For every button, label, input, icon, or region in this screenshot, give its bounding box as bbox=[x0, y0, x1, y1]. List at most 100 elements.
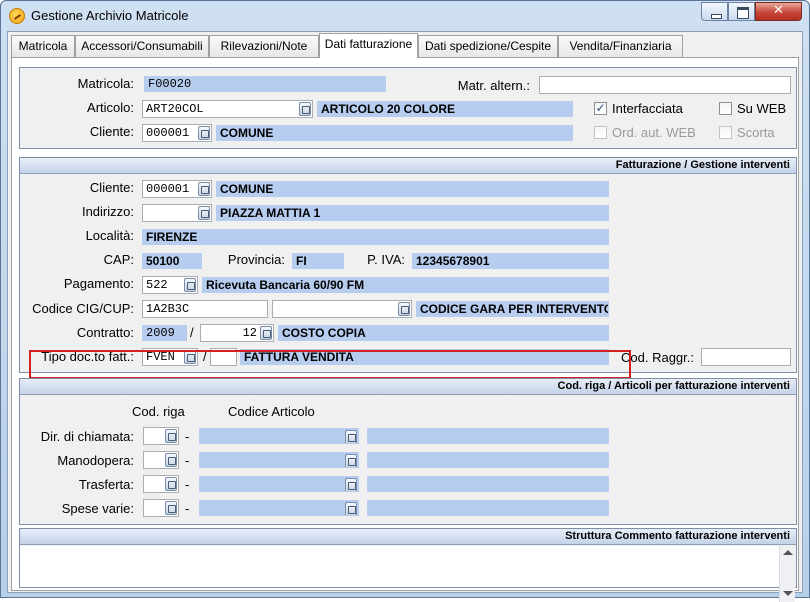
cig-description: CODICE GARA PER INTERVENTO bbox=[416, 301, 609, 317]
commento-group: Struttura Commento fatturazione interven… bbox=[19, 528, 797, 602]
codriga-row-label: Trasferta: bbox=[78, 477, 134, 492]
provincia-label: Provincia: bbox=[227, 252, 285, 267]
interfacciata-checkbox[interactable]: ✓ bbox=[594, 102, 607, 115]
codarticolo-row-lookup-icon[interactable] bbox=[345, 430, 357, 443]
contratto-separator: / bbox=[190, 325, 194, 340]
codarticolo-row-field bbox=[199, 500, 359, 516]
codraggr-input[interactable] bbox=[701, 348, 791, 366]
su-web-checkbox[interactable] bbox=[719, 102, 732, 115]
commento-textarea[interactable] bbox=[20, 546, 779, 587]
articolo-code: ART20COL bbox=[146, 102, 204, 116]
contratto-lookup-icon[interactable] bbox=[260, 326, 272, 340]
matricola-value: F00020 bbox=[144, 76, 386, 92]
cup-input[interactable] bbox=[272, 300, 412, 318]
piva-value: 12345678901 bbox=[412, 253, 609, 269]
scroll-up-icon[interactable] bbox=[783, 550, 793, 555]
indirizzo-label: Indirizzo: bbox=[81, 204, 134, 219]
codriga-row-input[interactable] bbox=[143, 427, 179, 445]
contratto-num-input[interactable]: 12 bbox=[200, 324, 274, 342]
pagamento-code-input[interactable]: 522 bbox=[142, 276, 198, 294]
tab-dati-fatturazione[interactable]: Dati fatturazione bbox=[319, 33, 418, 58]
provincia-value: FI bbox=[292, 253, 344, 269]
close-button[interactable] bbox=[755, 2, 802, 21]
tab-panel-dati-fatturazione: Matricola: F00020 Matr. altern.: Articol… bbox=[11, 57, 799, 602]
tab-rilevazioni-note[interactable]: Rilevazioni/Note bbox=[209, 35, 319, 58]
codarticolo-row-description bbox=[367, 500, 609, 516]
cliente-code: 000001 bbox=[146, 126, 190, 140]
indirizzo-description: PIAZZA MATTIA 1 bbox=[216, 205, 609, 221]
codarticolo-row-field bbox=[199, 476, 359, 492]
codriga-row-dash: - bbox=[185, 429, 190, 444]
pagamento-lookup-icon[interactable] bbox=[184, 278, 196, 292]
codriga-row-input[interactable] bbox=[143, 451, 179, 469]
codarticolo-row-lookup-icon[interactable] bbox=[345, 478, 357, 491]
codarticolo-row-field bbox=[199, 428, 359, 444]
codarticolo-column-header: Codice Articolo bbox=[228, 404, 315, 419]
su-web-label: Su WEB bbox=[737, 101, 787, 116]
minimize-button[interactable] bbox=[701, 2, 728, 21]
articolo-description: ARTICOLO 20 COLORE bbox=[317, 101, 573, 117]
cliente-code-input[interactable]: 000001 bbox=[142, 124, 212, 142]
articolo-code-input[interactable]: ART20COL bbox=[142, 100, 313, 118]
articolo-lookup-icon[interactable] bbox=[299, 102, 311, 116]
fatt-cliente-code-input[interactable]: 000001 bbox=[142, 180, 212, 198]
codarticolo-row-lookup-icon[interactable] bbox=[345, 502, 357, 515]
app-window: Gestione Archivio Matricole Matricola Ac… bbox=[0, 0, 810, 602]
title-bar[interactable]: Gestione Archivio Matricole bbox=[1, 1, 809, 31]
fatturazione-group: Fatturazione / Gestione interventi Clien… bbox=[19, 157, 797, 373]
matr-altern-input[interactable] bbox=[539, 76, 791, 94]
ord-aut-web-checkbox[interactable] bbox=[594, 126, 607, 139]
scorta-label: Scorta bbox=[737, 125, 775, 140]
cig-label: Codice CIG/CUP: bbox=[32, 301, 134, 316]
piva-label: P. IVA: bbox=[367, 252, 405, 267]
codriga-row-input[interactable] bbox=[143, 475, 179, 493]
codriga-row-lookup-icon[interactable] bbox=[165, 477, 177, 491]
ord-aut-web-label: Ord. aut. WEB bbox=[612, 125, 696, 140]
cap-label: CAP: bbox=[103, 252, 134, 267]
localita-value: FIRENZE bbox=[142, 229, 609, 245]
indirizzo-lookup-icon[interactable] bbox=[198, 206, 210, 220]
pagamento-description: Ricevuta Bancaria 60/90 FM bbox=[202, 277, 609, 293]
fatt-cliente-code: 000001 bbox=[146, 182, 190, 196]
codriga-row-lookup-icon[interactable] bbox=[165, 453, 177, 467]
commento-header: Struttura Commento fatturazione interven… bbox=[20, 529, 796, 545]
contratto-description: COSTO COPIA bbox=[278, 325, 609, 341]
cliente-description: COMUNE bbox=[216, 125, 573, 141]
commento-scrollbar[interactable] bbox=[779, 546, 795, 602]
pagamento-code: 522 bbox=[146, 278, 168, 292]
contratto-anno: 2009 bbox=[142, 325, 187, 341]
scroll-down-icon[interactable] bbox=[783, 591, 793, 596]
codarticolo-row-field bbox=[199, 452, 359, 468]
fatt-cliente-label: Cliente: bbox=[89, 180, 134, 195]
codriga-row-label: Dir. di chiamata: bbox=[40, 429, 134, 444]
cig-input[interactable]: 1A2B3C bbox=[142, 300, 268, 318]
tab-matricola[interactable]: Matricola bbox=[11, 35, 75, 58]
window-title: Gestione Archivio Matricole bbox=[31, 8, 189, 23]
codriga-row-label: Spese varie: bbox=[61, 501, 134, 516]
cig-highlight-box bbox=[29, 350, 631, 379]
fatt-cliente-lookup-icon[interactable] bbox=[198, 182, 210, 196]
matr-altern-label: Matr. altern.: bbox=[457, 78, 530, 93]
codriga-group: Cod. riga / Articoli per fatturazione in… bbox=[19, 378, 797, 525]
matricola-label: Matricola: bbox=[77, 76, 134, 91]
codriga-row-dash: - bbox=[185, 501, 190, 516]
cap-value: 50100 bbox=[142, 253, 202, 269]
scorta-checkbox[interactable] bbox=[719, 126, 732, 139]
cup-lookup-icon[interactable] bbox=[398, 302, 410, 316]
interfacciata-label: Interfacciata bbox=[612, 101, 683, 116]
fatt-cliente-description: COMUNE bbox=[216, 181, 609, 197]
indirizzo-code-input[interactable] bbox=[142, 204, 212, 222]
tab-accessori-consumabili[interactable]: Accessori/Consumabili bbox=[75, 35, 209, 58]
codriga-row-lookup-icon[interactable] bbox=[165, 501, 177, 515]
codarticolo-row-lookup-icon[interactable] bbox=[345, 454, 357, 467]
codarticolo-row-description bbox=[367, 452, 609, 468]
codriga-row-input[interactable] bbox=[143, 499, 179, 517]
maximize-button[interactable] bbox=[728, 2, 755, 21]
codriga-row-dash: - bbox=[185, 453, 190, 468]
codriga-column-header: Cod. riga bbox=[132, 404, 185, 419]
codriga-row-lookup-icon[interactable] bbox=[165, 429, 177, 443]
tab-vendita-finanziaria[interactable]: Vendita/Finanziaria bbox=[558, 35, 683, 58]
cliente-lookup-icon[interactable] bbox=[198, 126, 210, 140]
codriga-row-dash: - bbox=[185, 477, 190, 492]
tab-dati-spedizione-cespite[interactable]: Dati spedizione/Cespite bbox=[418, 35, 558, 58]
